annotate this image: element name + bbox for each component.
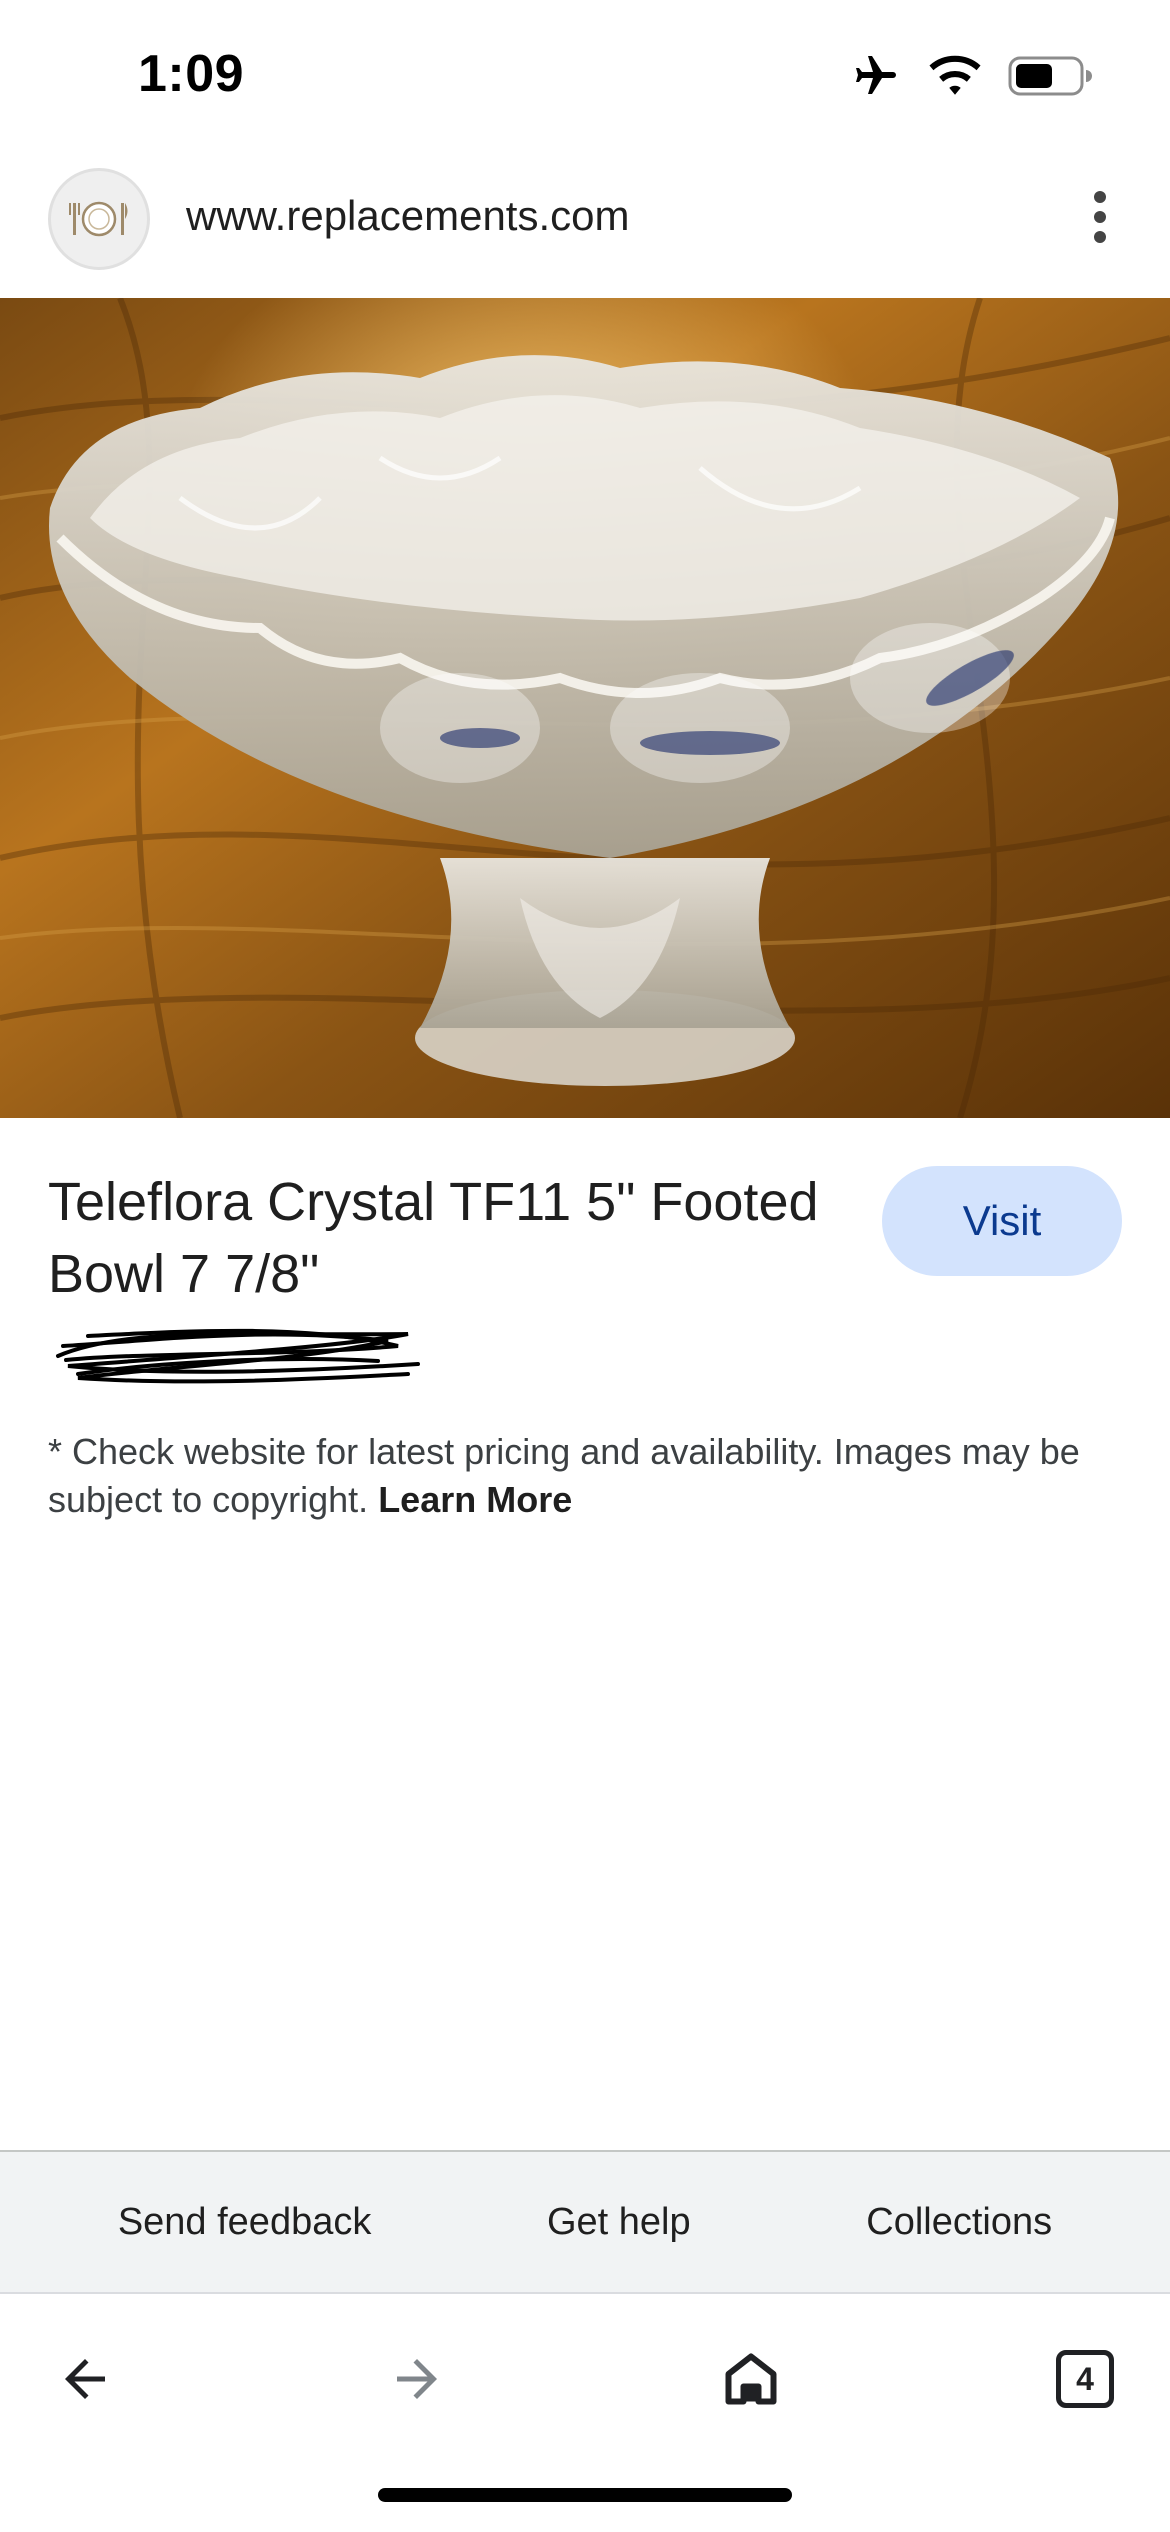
status-bar: 1:09 — [0, 0, 1170, 150]
visit-button[interactable]: Visit — [882, 1166, 1122, 1276]
airplane-icon — [856, 56, 896, 94]
product-title: Teleflora Crystal TF11 5" Footed Bowl 7 … — [48, 1172, 819, 1304]
battery-icon — [1008, 56, 1092, 96]
more-vert-icon[interactable] — [1070, 182, 1130, 252]
site-url[interactable]: www.replacements.com — [186, 192, 629, 240]
home-icon — [725, 2353, 777, 2405]
back-button[interactable] — [40, 2334, 130, 2424]
forward-button[interactable] — [372, 2334, 462, 2424]
wifi-icon — [929, 55, 981, 95]
price-redaction-scribble — [56, 1328, 420, 1384]
arrow-back-icon — [65, 2359, 105, 2399]
home-button[interactable] — [706, 2334, 796, 2424]
get-help-link[interactable]: Get help — [547, 2201, 691, 2244]
learn-more-link[interactable]: Learn More — [378, 1479, 572, 1520]
tab-count: 4 — [1056, 2350, 1114, 2408]
arrow-forward-icon — [397, 2359, 437, 2399]
status-time: 1:09 — [138, 45, 245, 103]
product-image[interactable] — [0, 298, 1170, 1118]
tab-switcher-button[interactable]: 4 — [1040, 2334, 1130, 2424]
collections-link[interactable]: Collections — [866, 2201, 1052, 2244]
disclaimer: * Check website for latest pricing and a… — [48, 1428, 1128, 1524]
place-setting-icon[interactable] — [48, 168, 150, 270]
send-feedback-link[interactable]: Send feedback — [118, 2201, 372, 2244]
home-indicator[interactable] — [378, 2488, 792, 2502]
status-icons — [850, 52, 1092, 100]
url-bar: www.replacements.com — [0, 160, 1170, 290]
footer-links: Send feedback Get help Collections — [0, 2150, 1170, 2292]
